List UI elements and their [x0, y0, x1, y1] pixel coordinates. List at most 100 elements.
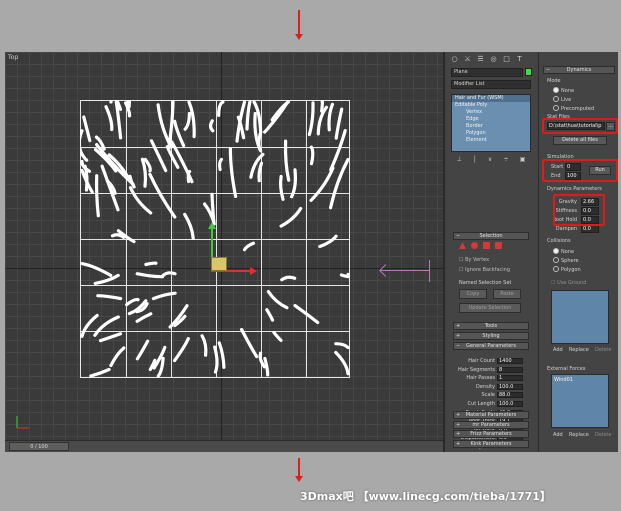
collision-delete-button[interactable]: Delete [595, 347, 611, 353]
collision-add-button[interactable]: Add [553, 347, 563, 353]
max-window: Top 0 / 100 ○ ⚔ ☰ ◎ □ T Plane Modifier L… [5, 52, 618, 452]
modifier-stack-item[interactable]: Editable Poly [452, 102, 530, 109]
general-param-spinner[interactable]: 100.0 [497, 401, 523, 407]
mode-radio[interactable]: Live [553, 96, 571, 103]
external-force-item[interactable]: Wind01 [552, 375, 608, 385]
show-end-result-icon[interactable]: │ [473, 156, 477, 166]
modifier-stack-item[interactable]: Element [452, 137, 530, 144]
hair-strand [126, 100, 132, 109]
general-param-label: Hair Segments [458, 366, 495, 373]
general-param-spinner[interactable]: 88.0 [497, 392, 523, 399]
purple-pointer-tick [429, 260, 430, 282]
hair-strand [98, 332, 123, 343]
guides-select-icon[interactable] [459, 242, 466, 249]
hair-strand [245, 100, 252, 131]
top-viewport[interactable]: Top 0 / 100 [5, 52, 445, 452]
display-tab-icon[interactable]: □ [501, 54, 512, 64]
modifier-stack-item[interactable]: Hair and Fur (WSM) [452, 95, 530, 102]
highlight-dynamics-params [553, 194, 605, 226]
collapsed-rollout[interactable]: + Frizz Parameters [453, 430, 529, 438]
mode-radio[interactable]: None [553, 87, 574, 94]
hair-strand [96, 294, 123, 301]
hair-strand [161, 271, 177, 277]
polygon-select-icon[interactable] [483, 242, 490, 249]
collapsed-rollout[interactable]: + Kink Parameters [453, 439, 529, 448]
pin-stack-icon[interactable]: ⊥ [457, 156, 462, 166]
modifier-list-dropdown[interactable]: Modifier List [451, 80, 531, 89]
external-forces-list[interactable]: Wind01 [551, 374, 609, 428]
hair-strand [257, 161, 264, 183]
utilities-tab-icon[interactable]: T [514, 54, 525, 64]
hair-strand [183, 212, 195, 240]
transform-gizmo-center[interactable] [211, 257, 227, 271]
hair-strand [279, 206, 303, 228]
general-param-spinner[interactable]: 100.0 [497, 383, 523, 390]
axis-tripod-icon [16, 416, 29, 429]
remove-modifier-icon[interactable]: ÷ [503, 156, 508, 166]
motion-tab-icon[interactable]: ◎ [488, 54, 499, 64]
update-selection-button[interactable]: Update Selection [459, 303, 521, 313]
use-ground-checkbox[interactable]: ☐ Use Ground [551, 280, 586, 286]
element-select-icon[interactable] [495, 242, 502, 249]
dynamics-rollout-header[interactable]: − Dynamics [543, 66, 615, 74]
forces-add-button[interactable]: Add [553, 432, 563, 438]
hair-strand [100, 164, 120, 212]
object-color-swatch[interactable] [525, 68, 532, 76]
mode-radio[interactable]: Precomputed [553, 105, 594, 112]
modifier-stack-item[interactable]: Edge [452, 116, 530, 123]
hierarchy-tab-icon[interactable]: ☰ [475, 54, 486, 64]
create-tab-icon[interactable]: ○ [449, 54, 460, 64]
object-name-field[interactable]: Plane [451, 68, 523, 77]
collapsed-rollout[interactable]: + mr Parameters [453, 420, 529, 429]
forces-delete-button[interactable]: Delete [595, 432, 611, 438]
collision-radio[interactable]: None [553, 248, 574, 255]
collision-replace-button[interactable]: Replace [569, 347, 589, 353]
face-select-icon[interactable] [471, 242, 478, 249]
collision-radio[interactable]: Sphere [553, 257, 579, 264]
by-vertex-checkbox[interactable]: ☐ By Vertex [459, 257, 489, 263]
modifier-stack-rows: Hair and Fur (WSM) Editable Poly Vertex Edg… [452, 95, 530, 144]
dynamics-param-spinner[interactable]: 0.0 [581, 225, 599, 233]
time-slider-handle[interactable]: 0 / 100 [9, 442, 69, 451]
general-param-spinner[interactable]: 1 [497, 375, 523, 382]
general-parameters-rollout[interactable]: − General Parameters [453, 342, 529, 350]
general-param-spinner[interactable]: 1400 [497, 358, 523, 364]
stack-tool-icons: ⊥ │ ∨ ÷ ▣ [451, 156, 531, 166]
hair-strand [80, 129, 89, 162]
hair-strand [183, 111, 191, 131]
modify-tab-icon[interactable]: ⚔ [462, 54, 473, 64]
highlight-simulation [542, 159, 618, 182]
tools-rollout[interactable]: + Tools [453, 322, 529, 330]
collision-radio[interactable]: Polygon [553, 266, 581, 273]
configure-sets-icon[interactable]: ▣ [520, 156, 526, 166]
hair-strand [80, 262, 113, 277]
hair-strand [217, 100, 225, 117]
hair-strand [334, 107, 344, 140]
modifier-stack[interactable]: Hair and Fur (WSM) Editable Poly Vertex Edg… [451, 94, 531, 152]
delete-all-files-button[interactable]: Delete all files [553, 136, 607, 145]
hair-strand [149, 139, 168, 173]
modifier-stack-item[interactable]: Border [452, 123, 530, 130]
viewport-label[interactable]: Top [8, 54, 18, 61]
selection-level-icons [459, 242, 502, 249]
collision-objects-list[interactable] [551, 290, 609, 344]
selection-rollout[interactable]: − Selection [453, 232, 529, 240]
ignore-backfacing-checkbox[interactable]: ☐ Ignore Backfacing [459, 267, 510, 273]
time-slider[interactable]: 0 / 100 [5, 440, 443, 452]
gizmo-y-axis[interactable] [208, 222, 216, 260]
collisions-label: Collisions [547, 238, 571, 244]
modifier-stack-item[interactable]: Vertex [452, 109, 530, 116]
mode-group-label: Mode [547, 78, 561, 84]
modifier-stack-item[interactable]: Polygon [452, 130, 530, 137]
collapsed-rollout[interactable]: + Material Parameters [453, 411, 529, 419]
copy-button[interactable]: Copy [459, 289, 487, 299]
paste-button[interactable]: Paste [493, 289, 521, 299]
hair-strand [309, 145, 315, 166]
styling-rollout[interactable]: + Styling [453, 332, 529, 340]
forces-replace-button[interactable]: Replace [569, 432, 589, 438]
general-param-spinner[interactable]: 8 [497, 366, 523, 373]
hair-strand [140, 157, 148, 188]
general-param-row: Density 100.0 [453, 383, 529, 391]
hair-strand [173, 119, 186, 148]
make-unique-icon[interactable]: ∨ [488, 156, 492, 166]
